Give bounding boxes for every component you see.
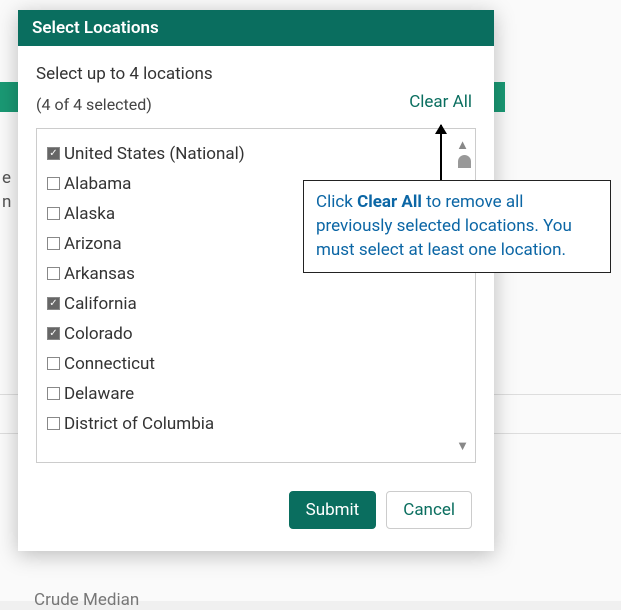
checkbox-icon[interactable] [47,207,60,220]
locations-list: ✓ United States (National) Alabama Alaska Ar… [36,128,476,463]
bg-text-frag: e [2,168,11,188]
callout-bold: Clear All [357,192,422,212]
checkbox-icon[interactable] [47,357,60,370]
scroll-down-arrow[interactable]: ▼ [456,438,469,454]
location-label: Arizona [64,234,122,254]
location-item[interactable]: District of Columbia [47,409,467,439]
location-label: Connecticut [64,354,155,374]
location-item[interactable]: ✓ California [47,289,467,319]
location-label: California [64,294,137,314]
select-locations-modal: Select Locations Select up to 4 location… [18,10,494,551]
selection-count: (4 of 4 selected) [36,95,152,114]
checkbox-icon[interactable]: ✓ [47,297,60,310]
modal-title: Select Locations [18,10,494,46]
checkbox-icon[interactable] [47,267,60,280]
modal-footer: Submit Cancel [18,473,494,551]
callout-arrow [440,125,442,180]
checkbox-icon[interactable] [47,417,60,430]
bg-text-bottom: Crude Median [34,590,139,610]
location-label: District of Columbia [64,414,214,434]
submit-button[interactable]: Submit [289,491,377,529]
clear-all-link[interactable]: Clear All [405,90,476,114]
checkbox-icon[interactable] [47,177,60,190]
scroll-thumb[interactable] [458,155,471,168]
checkbox-icon[interactable]: ✓ [47,327,60,340]
location-item[interactable]: ✓ United States (National) [47,139,467,169]
instruction-text: Select up to 4 locations [36,62,476,88]
location-item[interactable]: ✓ Colorado [47,319,467,349]
checkbox-icon[interactable] [47,237,60,250]
location-label: Alabama [64,174,131,194]
location-item[interactable]: Delaware [47,379,467,409]
scroll-up-arrow[interactable]: ▲ [456,137,469,153]
cancel-button[interactable]: Cancel [386,491,472,529]
location-label: Alaska [64,204,115,224]
checkbox-icon[interactable]: ✓ [47,147,60,160]
callout-text-prefix: Click [316,192,357,212]
location-label: Arkansas [64,264,135,284]
callout-box: Click Clear All to remove all previously… [303,180,611,273]
location-item[interactable]: Connecticut [47,349,467,379]
location-label: Colorado [64,324,133,344]
location-label: United States (National) [64,144,245,164]
bg-text-frag: n [2,192,11,212]
location-label: Delaware [64,384,134,404]
checkbox-icon[interactable] [47,387,60,400]
